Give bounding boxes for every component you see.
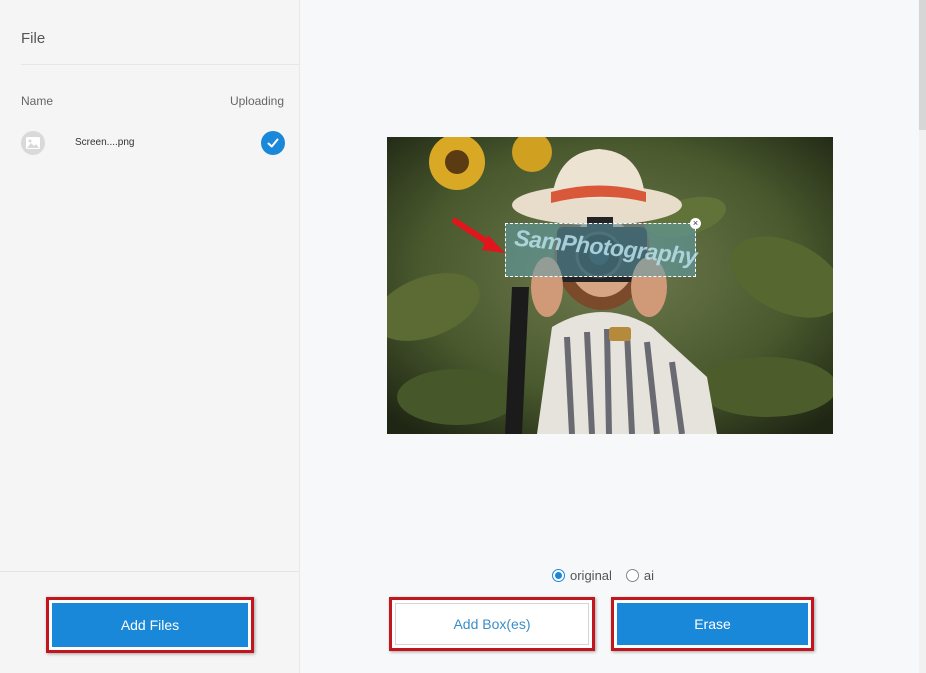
radio-label-original: original	[570, 568, 612, 583]
column-header-name: Name	[21, 94, 54, 108]
add-files-button[interactable]: Add Files	[52, 603, 248, 647]
file-name: Screen....png	[75, 137, 135, 148]
photo-image	[387, 137, 833, 434]
column-header-uploading: Uploading	[229, 94, 284, 108]
scrollbar[interactable]	[919, 0, 926, 673]
watermark-selection-box[interactable]: SamPhotography ×	[505, 218, 701, 277]
check-circle-icon	[261, 131, 285, 155]
add-files-highlight: Add Files	[46, 597, 254, 653]
radio-label-ai: ai	[643, 568, 655, 583]
watermark-text: SamPhotography	[513, 224, 699, 270]
erase-button[interactable]: Erase	[617, 603, 808, 645]
add-box-button[interactable]: Add Box(es)	[395, 603, 589, 645]
file-sidebar: File Name Uploading Screen....png	[0, 0, 300, 673]
close-icon[interactable]: ×	[690, 218, 701, 229]
image-preview[interactable]: SamPhotography ×	[387, 137, 833, 434]
radio-button-unchecked[interactable]	[625, 569, 639, 582]
mode-radio-group: original ai	[552, 568, 668, 583]
radio-ai[interactable]: ai	[625, 568, 655, 583]
sidebar-title: File	[21, 30, 46, 47]
image-icon	[21, 131, 45, 155]
divider	[21, 64, 299, 65]
erase-highlight: Erase	[611, 597, 814, 651]
radio-button-checked[interactable]	[552, 569, 565, 582]
file-list-item[interactable]: Screen....png	[21, 131, 285, 157]
add-box-highlight: Add Box(es)	[389, 597, 595, 651]
scrollbar-thumb[interactable]	[919, 0, 926, 130]
radio-original[interactable]: original	[552, 568, 612, 583]
